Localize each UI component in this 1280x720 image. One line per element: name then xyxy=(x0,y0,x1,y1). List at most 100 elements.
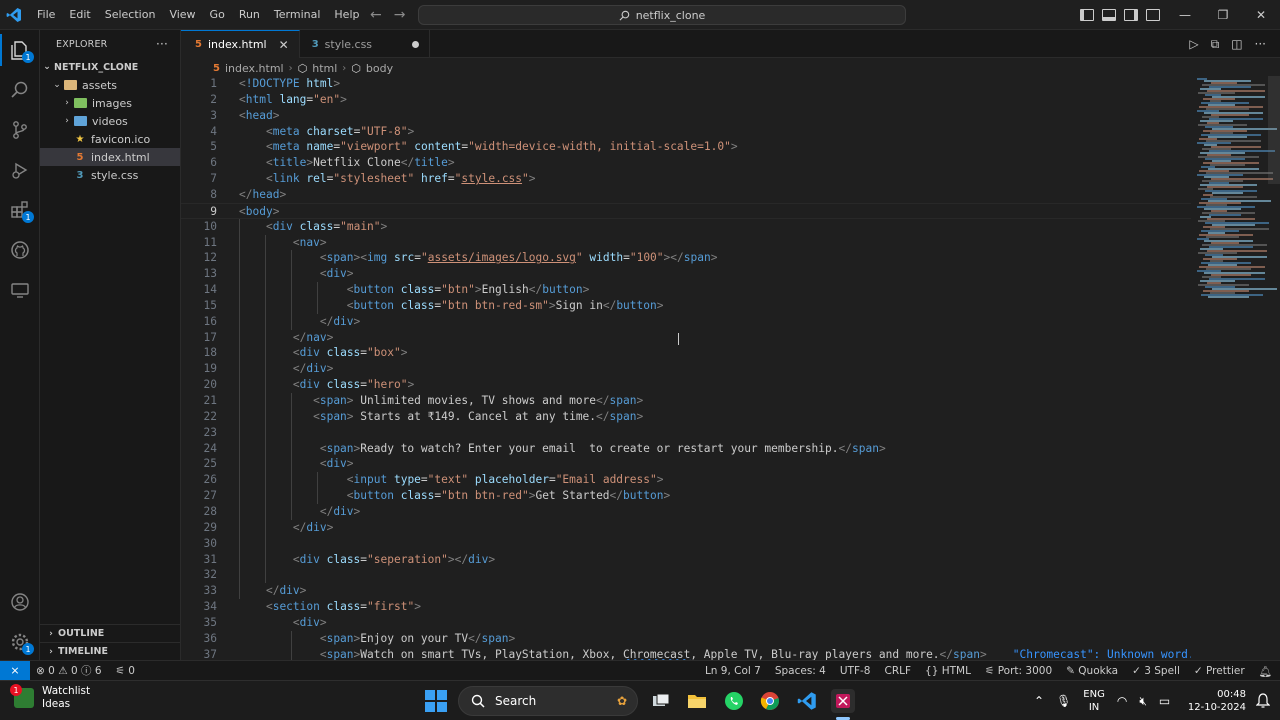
code-line[interactable]: 35 <div> xyxy=(181,615,1191,631)
close-icon[interactable]: ✕ xyxy=(279,38,289,52)
explorer-icon[interactable]: 1 xyxy=(0,30,40,70)
menu-run[interactable]: Run xyxy=(232,0,267,30)
wifi-icon[interactable]: ◠ xyxy=(1117,694,1127,708)
code-line[interactable]: 6 <title>Netflix Clone</title> xyxy=(181,155,1191,171)
code-line[interactable]: 15 <button class="btn btn-red-sm">Sign i… xyxy=(181,298,1191,314)
extensions-icon[interactable]: 1 xyxy=(0,190,40,230)
menu-go[interactable]: Go xyxy=(203,0,232,30)
toggle-secondary-sidebar-icon[interactable] xyxy=(1124,9,1138,21)
forward-arrow-icon[interactable]: → xyxy=(394,7,406,23)
code-line[interactable]: 25 <div> xyxy=(181,456,1191,472)
vscode-taskbar-icon[interactable] xyxy=(795,689,819,713)
code-line[interactable]: 21 <span> Unlimited movies, TV shows and… xyxy=(181,393,1191,409)
scrollbar-thumb[interactable] xyxy=(1268,76,1280,184)
quokka[interactable]: ✎ Quokka xyxy=(1066,665,1118,677)
more-actions-icon[interactable]: ··· xyxy=(1255,37,1266,51)
code-line[interactable]: 30 xyxy=(181,536,1191,552)
split-editor-icon[interactable]: ◫ xyxy=(1231,37,1242,51)
unsaved-dot-icon[interactable] xyxy=(412,40,420,48)
microphone-icon[interactable]: 🎙︎ xyxy=(1056,694,1071,708)
code-editor[interactable]: 1 <!DOCTYPE html> 2 <html lang="en"> 3 <head>… xyxy=(181,76,1191,660)
code-line[interactable]: 31 <div class="seperation"></div> xyxy=(181,552,1191,568)
chrome-icon[interactable] xyxy=(758,689,782,713)
code-line[interactable]: 7 <link rel="stylesheet" href="style.css… xyxy=(181,171,1191,187)
tree-item-style-css[interactable]: 3 style.css xyxy=(40,166,180,184)
battery-icon[interactable]: ▭ xyxy=(1159,694,1170,708)
project-folder-row[interactable]: ⌄ NETFLIX_CLONE xyxy=(40,58,180,76)
tree-item-favicon-ico[interactable]: ★ favicon.ico xyxy=(40,130,180,148)
code-line[interactable]: 8 </head> xyxy=(181,187,1191,203)
menu-file[interactable]: File xyxy=(30,0,62,30)
customize-layout-icon[interactable] xyxy=(1146,9,1160,21)
code-line[interactable]: 36 <span>Enjoy on your TV</span> xyxy=(181,631,1191,647)
tab-style-css[interactable]: 3 style.css xyxy=(300,30,431,58)
windows-start-icon[interactable] xyxy=(425,690,447,712)
line-ending[interactable]: CRLF xyxy=(884,665,911,677)
settings-gear-icon[interactable]: 1 xyxy=(0,622,40,662)
code-line[interactable]: 1 <!DOCTYPE html> xyxy=(181,76,1191,92)
menu-edit[interactable]: Edit xyxy=(62,0,97,30)
search-sidebar-icon[interactable] xyxy=(0,70,40,110)
code-line[interactable]: 29 </div> xyxy=(181,520,1191,536)
command-center-search[interactable]: netflix_clone xyxy=(418,5,906,25)
code-line[interactable]: 37 <span>Watch on smart TVs, PlayStation… xyxy=(181,647,1191,660)
widgets-button[interactable]: 1 Watchlist Ideas xyxy=(10,684,90,711)
code-line[interactable]: 20 <div class="hero"> xyxy=(181,377,1191,393)
toggle-sidebar-icon[interactable] xyxy=(1080,9,1094,21)
more-actions-icon[interactable]: ··· xyxy=(156,37,168,51)
code-line[interactable]: 23 xyxy=(181,425,1191,441)
code-line[interactable]: 22 <span> Starts at ₹149. Cancel at any … xyxy=(181,409,1191,425)
clock[interactable]: 00:48 12-10-2024 xyxy=(1188,688,1246,714)
code-line[interactable]: 17 </nav> xyxy=(181,330,1191,346)
notification-center-icon[interactable] xyxy=(1255,693,1271,709)
live-server[interactable]: ⚟ Port: 3000 xyxy=(985,665,1052,677)
code-line[interactable]: 34 <section class="first"> xyxy=(181,599,1191,615)
code-line[interactable]: 24 <span>Ready to watch? Enter your emai… xyxy=(181,441,1191,457)
snipping-tool-icon[interactable] xyxy=(831,689,855,713)
cursor-position[interactable]: Ln 9, Col 7 xyxy=(705,665,761,677)
run-debug-icon[interactable] xyxy=(0,150,40,190)
ports-indicator[interactable]: ⚟ 0 xyxy=(116,665,135,677)
code-line[interactable]: 16 </div> xyxy=(181,314,1191,330)
code-line[interactable]: 3 <head> xyxy=(181,108,1191,124)
code-line[interactable]: 2 <html lang="en"> xyxy=(181,92,1191,108)
menu-view[interactable]: View xyxy=(162,0,202,30)
toggle-panel-icon[interactable] xyxy=(1102,9,1116,21)
code-line[interactable]: 9 <body> xyxy=(181,202,1191,219)
code-line[interactable]: 28 </div> xyxy=(181,504,1191,520)
breadcrumb-item[interactable]: body xyxy=(366,62,393,75)
timeline-section[interactable]: › TIMELINE xyxy=(40,642,181,660)
file-explorer-icon[interactable] xyxy=(685,689,709,713)
minimap[interactable] xyxy=(1191,76,1280,660)
indentation[interactable]: Spaces: 4 xyxy=(775,665,826,677)
language-mode[interactable]: {} HTML xyxy=(925,665,971,677)
menu-help[interactable]: Help xyxy=(327,0,366,30)
source-control-icon[interactable] xyxy=(0,110,40,150)
menu-terminal[interactable]: Terminal xyxy=(267,0,328,30)
notifications-bell-icon[interactable]: 🔔︎ xyxy=(1259,665,1272,678)
code-line[interactable]: 33 </div> xyxy=(181,583,1191,599)
remote-explorer-icon[interactable] xyxy=(0,270,40,310)
remote-indicator-icon[interactable]: ⨯ xyxy=(0,660,30,681)
code-line[interactable]: 14 <button class="btn">English</button> xyxy=(181,282,1191,298)
tree-item-assets[interactable]: ⌄ assets xyxy=(40,76,180,94)
open-preview-icon[interactable]: ⧉ xyxy=(1211,37,1220,52)
tree-item-images[interactable]: › images xyxy=(40,94,180,112)
run-icon[interactable]: ▷ xyxy=(1189,37,1198,51)
breadcrumb-item[interactable]: html xyxy=(312,62,337,75)
code-line[interactable]: 26 <input type="text" placeholder="Email… xyxy=(181,472,1191,488)
problems-indicator[interactable]: ⊗ 0 ⚠ 0 ⓘ 6 xyxy=(36,663,102,678)
accounts-icon[interactable] xyxy=(0,582,40,622)
tree-item-videos[interactable]: › videos xyxy=(40,112,180,130)
code-line[interactable]: 27 <button class="btn btn-red">Get Start… xyxy=(181,488,1191,504)
spell-checker[interactable]: ✓ 3 Spell xyxy=(1132,665,1180,677)
language-indicator[interactable]: ENG IN xyxy=(1083,688,1105,714)
github-icon[interactable] xyxy=(0,230,40,270)
prettier[interactable]: ✓ Prettier xyxy=(1194,665,1245,677)
speaker-muted-icon[interactable]: 🔇︎ xyxy=(1139,694,1147,709)
code-line[interactable]: 10 <div class="main"> xyxy=(181,219,1191,235)
close-window-icon[interactable]: ✕ xyxy=(1242,0,1280,30)
code-line[interactable]: 4 <meta charset="UTF-8"> xyxy=(181,124,1191,140)
tree-item-index-html[interactable]: 5 index.html xyxy=(40,148,180,166)
code-line[interactable]: 12 <span><img src="assets/images/logo.sv… xyxy=(181,250,1191,266)
